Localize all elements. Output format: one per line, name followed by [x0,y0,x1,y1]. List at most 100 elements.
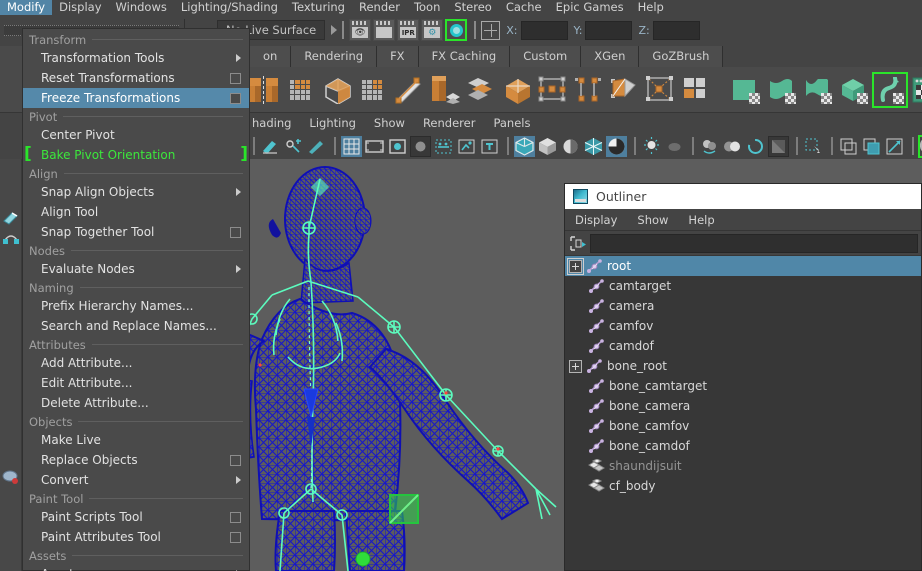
menu-item-reset-transformations[interactable]: Reset Transformations [23,68,249,88]
menubar-item-modify[interactable]: Modify [0,0,53,15]
outliner-row-cf-body[interactable]: cf_body [565,476,921,496]
coord-z-input[interactable] [652,20,700,40]
soft-select-icon[interactable] [1,468,21,488]
outliner-row-bone-camdof[interactable]: bone_camdof [565,436,921,456]
menubar-item-stereo[interactable]: Stereo [447,0,498,15]
main-menubar[interactable]: Modify Display Windows Lighting/Shading Text… [0,0,922,15]
screen-space-ao-icon[interactable] [699,136,720,157]
expand-arrow-icon[interactable] [331,25,338,35]
xray-shells-icon[interactable] [884,136,905,157]
render-settings-icon[interactable]: ⚙ [421,19,444,41]
option-box-icon[interactable] [230,531,241,543]
menubar-item-toon[interactable]: Toon [407,0,447,15]
bevel-icon[interactable] [463,73,497,107]
texture-border-icon[interactable] [479,136,500,157]
option-box-icon[interactable] [230,226,241,238]
multisample-aa-icon[interactable] [745,136,766,157]
xray-mode-icon[interactable] [838,136,859,157]
gate-mask-icon[interactable] [410,135,431,157]
menu-item-snap-together-tool[interactable]: Snap Together Tool [23,222,249,242]
shelf-tab-xgen[interactable]: XGen [581,46,640,67]
outliner-row-bone-camera[interactable]: bone_camera [565,396,921,416]
multi-face-icon[interactable] [679,73,713,107]
option-box-icon[interactable] [230,454,241,466]
wireframe-shaded-icon[interactable] [514,135,535,157]
menu-item-edit-attribute[interactable]: Edit Attribute... [23,373,249,393]
outliner-row-camtarget[interactable]: camtarget [565,276,921,296]
use-default-lighting-icon[interactable] [641,136,662,157]
outliner-tree[interactable]: root camtarget camera camfov camdof bone_root… [565,255,921,570]
move-tool-icon[interactable] [1,208,21,228]
outliner-row-root[interactable]: root [565,256,921,276]
multi-cut-icon[interactable] [355,73,389,107]
menu-item-prefix-hierarchy-names[interactable]: Prefix Hierarchy Names... [23,296,249,316]
menubar-item-lighting-shading[interactable]: Lighting/Shading [174,0,285,15]
knife-tool-icon[interactable] [391,73,425,107]
filter-sort-icon[interactable] [568,234,587,253]
panel-menu-lighting[interactable]: Lighting [300,113,364,133]
smooth-icon[interactable] [319,73,353,107]
menu-item-bake-pivot-orientation[interactable]: [] Bake Pivot Orientation [23,145,249,165]
ipr-update-icon[interactable] [306,136,327,157]
xray-active-components-icon[interactable] [456,136,477,157]
resolution-gate-icon[interactable] [387,136,408,157]
outliner-row-camera[interactable]: camera [565,296,921,316]
uv-spherical-map-icon[interactable] [801,73,835,107]
coord-y-input[interactable] [585,20,633,40]
outliner-window[interactable]: Outliner Display Show Help root camtarget… [564,183,922,571]
camera-attributes-icon[interactable] [283,136,304,157]
film-gate-icon[interactable] [364,136,385,157]
uv-editor-icon[interactable] [909,73,922,107]
outliner-menu-show[interactable]: Show [627,213,678,227]
menu-item-delete-attribute[interactable]: Delete Attribute... [23,393,249,413]
shelf-tab-fx[interactable]: FX [377,46,419,67]
bridge-icon[interactable] [499,73,533,107]
outliner-row-shaundijsuit[interactable]: shaundijsuit [565,456,921,476]
coord-x-input[interactable] [520,20,568,40]
xray-joints-mode-icon[interactable] [861,136,882,157]
ipr-render-icon[interactable]: IPR [397,19,420,41]
menubar-item-texturing[interactable]: Texturing [285,0,352,15]
shelf-tab-gozbrush[interactable]: GoZBrush [639,46,724,67]
outliner-row-bone-camfov[interactable]: bone_camfov [565,416,921,436]
poke-face-icon[interactable] [607,73,641,107]
render-current-frame-icon[interactable]: 👁 [349,19,372,41]
shade-options-icon[interactable] [560,136,581,157]
texture-mode-icon[interactable] [606,135,627,157]
shelf-tab-custom[interactable]: Custom [510,46,582,67]
outliner-row-camdof[interactable]: camdof [565,336,921,356]
outliner-menu-help[interactable]: Help [678,213,724,227]
menu-item-paint-attributes-tool[interactable]: Paint Attributes Tool [23,527,249,547]
menu-item-freeze-transformations[interactable]: Freeze Transformations [23,88,249,108]
menubar-item-display[interactable]: Display [52,0,108,15]
panel-menu-show[interactable]: Show [365,113,414,133]
menu-item-add-attribute[interactable]: Add Attribute... [23,353,249,373]
isolate-select-icon[interactable] [803,136,824,157]
uv-unfold-icon[interactable] [872,71,908,108]
modify-dropdown-menu[interactable]: Transform Transformation Tools Reset Trans… [22,28,250,571]
combine-icon[interactable] [283,73,317,107]
wireframe-on-shaded-icon[interactable] [583,136,604,157]
menubar-item-help[interactable]: Help [631,0,671,15]
option-box-icon[interactable] [230,92,241,104]
menubar-item-epic-games[interactable]: Epic Games [549,0,631,15]
outliner-menu-display[interactable]: Display [565,213,627,227]
menu-item-convert[interactable]: Convert [23,470,249,490]
outliner-row-bone-camtarget[interactable]: bone_camtarget [565,376,921,396]
menu-item-make-live[interactable]: Make Live [23,430,249,450]
motion-blur-icon[interactable] [722,136,743,157]
select-tool-icon[interactable] [260,136,281,157]
panel-menu-renderer[interactable]: Renderer [414,113,485,133]
absolute-transform-icon[interactable] [481,20,501,40]
wedge-face-icon[interactable] [643,73,677,107]
shelf-tab-on[interactable]: on [250,46,292,67]
option-box-icon[interactable] [230,511,241,523]
shelf-tab-fx-caching[interactable]: FX Caching [418,46,511,67]
menu-item-transformation-tools[interactable]: Transformation Tools [23,48,249,68]
menubar-item-windows[interactable]: Windows [109,0,174,15]
menu-item-search-and-replace-names[interactable]: Search and Replace Names... [23,316,249,336]
shadows-icon[interactable] [664,136,685,157]
menu-item-asset[interactable]: Asset [23,564,249,571]
uv-planar-map-icon[interactable] [729,73,763,107]
menu-item-snap-align-objects[interactable]: Snap Align Objects [23,182,249,202]
